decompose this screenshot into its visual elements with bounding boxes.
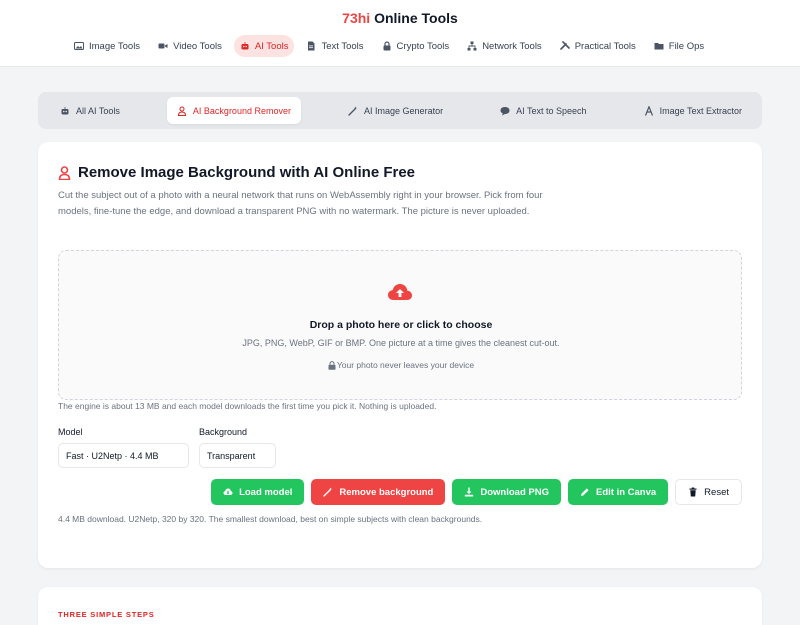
remove-background-label: Remove background	[339, 486, 434, 498]
document-icon	[308, 41, 315, 51]
person-icon	[58, 165, 71, 180]
lock-icon	[383, 41, 391, 51]
model-select-value: Fast · U2Netp · 4.4 MB	[66, 450, 159, 461]
download-icon	[465, 487, 474, 497]
top-header: 73hi Online Tools Image Tools Video Tool…	[0, 0, 800, 67]
folder-icon	[654, 43, 664, 50]
load-model-button[interactable]: Load model	[211, 479, 305, 505]
cloud-upload-icon	[388, 284, 412, 300]
background-select-value: Transparent	[207, 450, 256, 461]
magic-wand-icon	[348, 106, 358, 116]
steps-section: THREE SIMPLE STEPS	[38, 587, 762, 625]
tab-ai-image-generator[interactable]: AI Image Generator	[338, 97, 453, 124]
robot-icon	[61, 106, 69, 114]
trash-icon	[689, 487, 697, 497]
load-model-label: Load model	[239, 486, 293, 498]
background-select[interactable]: Transparent	[199, 443, 276, 468]
pen-icon	[580, 488, 589, 496]
model-info-note: 4.4 MB download. U2Netp, 320 by 320. The…	[58, 514, 483, 524]
lock-icon	[328, 360, 336, 370]
tab-ai-text-to-speech[interactable]: AI Text to Speech	[490, 97, 596, 124]
privacy-text: Your photo never leaves your device	[336, 360, 475, 370]
tab-label: Image Text Extractor	[659, 105, 742, 116]
nav-label: Video Tools	[173, 40, 222, 52]
tab-image-text-extractor[interactable]: Image Text Extractor	[634, 97, 752, 124]
main-nav: Image Tools Video Tools AI Tools Text To…	[68, 35, 710, 57]
background-remover-card: Remove Image Background with AI Online F…	[38, 142, 762, 568]
nav-label: Network Tools	[482, 40, 542, 52]
brand-name: Online Tools	[370, 10, 458, 26]
background-label: Background	[199, 427, 248, 437]
remove-background-button[interactable]: Remove background	[311, 479, 446, 505]
page-title-text: Remove Image Background with AI Online F…	[78, 164, 416, 181]
tab-ai-background-remover[interactable]: AI Background Remover	[166, 97, 301, 124]
nav-label: Image Tools	[89, 40, 141, 52]
magic-wand-icon	[323, 487, 333, 497]
ai-tools-subnav: All AI Tools AI Background Remover AI Im…	[38, 92, 762, 129]
nav-item-practical-tools[interactable]: Practical Tools	[554, 35, 642, 57]
brand-prefix: 73hi	[342, 10, 371, 26]
nav-label: Crypto Tools	[396, 40, 450, 52]
nav-label: File Ops	[668, 40, 705, 52]
video-icon	[158, 43, 168, 49]
nav-item-file-ops[interactable]: File Ops	[648, 35, 710, 57]
wrench-icon	[559, 41, 570, 50]
action-toolbar: Load model Remove background Download PN…	[211, 479, 742, 505]
image-icon	[74, 42, 84, 50]
nav-item-text-tools[interactable]: Text Tools	[300, 35, 369, 57]
edit-in-canva-button[interactable]: Edit in Canva	[567, 479, 669, 505]
privacy-note: Your photo never leaves your device	[59, 360, 743, 370]
nav-item-video-tools[interactable]: Video Tools	[152, 35, 228, 57]
page-title: Remove Image Background with AI Online F…	[58, 164, 415, 181]
upload-dropzone[interactable]: Drop a photo here or click to choose JPG…	[58, 250, 742, 400]
cloud-download-icon	[223, 488, 233, 495]
model-select[interactable]: Fast · U2Netp · 4.4 MB	[58, 443, 189, 468]
nav-label: AI Tools	[254, 40, 289, 52]
nav-label: Practical Tools	[574, 40, 636, 52]
model-label: Model	[58, 427, 83, 437]
tab-all-ai-tools[interactable]: All AI Tools	[50, 97, 130, 124]
nav-item-network-tools[interactable]: Network Tools	[461, 35, 548, 57]
network-icon	[467, 41, 477, 51]
robot-icon	[241, 42, 249, 50]
download-png-label: Download PNG	[480, 486, 549, 498]
page-description: Cut the subject out of a photo with a ne…	[58, 190, 543, 217]
tab-label: AI Text to Speech	[516, 105, 587, 116]
tab-label: All AI Tools	[76, 105, 120, 116]
reset-button[interactable]: Reset	[675, 479, 742, 505]
nav-item-ai-tools[interactable]: AI Tools	[233, 35, 295, 57]
dropzone-subtitle: JPG, PNG, WebP, GIF or BMP. One picture …	[242, 338, 560, 348]
tab-label: AI Image Generator	[364, 105, 444, 116]
nav-item-image-tools[interactable]: Image Tools	[68, 35, 146, 57]
person-icon	[177, 106, 186, 116]
edit-in-canva-label: Edit in Canva	[595, 486, 657, 498]
download-png-button[interactable]: Download PNG	[452, 479, 561, 505]
site-logo[interactable]: 73hi Online Tools	[0, 10, 800, 26]
steps-eyebrow: THREE SIMPLE STEPS	[58, 610, 155, 619]
nav-item-crypto-tools[interactable]: Crypto Tools	[376, 35, 456, 57]
engine-note: The engine is about 13 MB and each model…	[58, 401, 437, 411]
tab-label: AI Background Remover	[192, 105, 291, 116]
dropzone-title: Drop a photo here or click to choose	[309, 319, 493, 331]
speech-bubble-icon	[500, 106, 510, 115]
reset-label: Reset	[704, 486, 729, 498]
font-icon	[644, 105, 653, 116]
nav-label: Text Tools	[321, 40, 364, 52]
